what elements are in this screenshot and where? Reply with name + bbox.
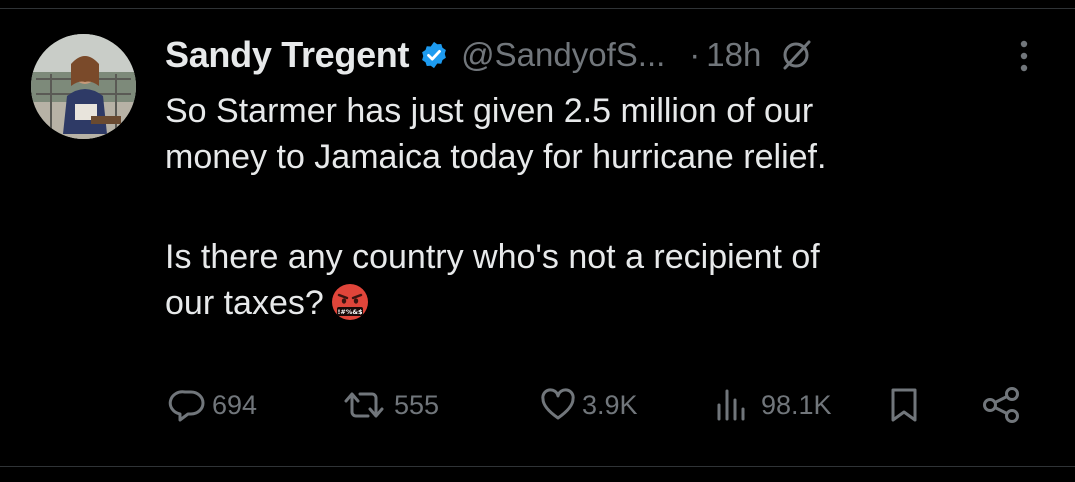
face-with-symbols-emoji: !#%&$ xyxy=(330,282,370,322)
reply-icon xyxy=(168,390,205,422)
tweet-text: So Starmer has just given 2.5 million of… xyxy=(165,88,1045,326)
reply-count: 694 xyxy=(212,389,258,420)
display-name[interactable]: Sandy Tregent xyxy=(165,34,409,76)
handle[interactable]: @SandyofS... xyxy=(461,36,665,74)
emoji-symbols: !#%&$ xyxy=(337,308,363,316)
like-count: 3.9K xyxy=(582,389,638,420)
share-icon xyxy=(983,387,1019,423)
tweet-text-last: our taxes? xyxy=(165,284,324,322)
tweet-card[interactable]: Sandy Tregent @SandyofS... · 18h So Star… xyxy=(0,0,1075,482)
repost-icon xyxy=(344,392,384,418)
like-button[interactable]: 3.9K xyxy=(538,383,638,427)
bottom-divider xyxy=(0,466,1075,467)
share-button[interactable] xyxy=(980,383,1028,427)
views-icon xyxy=(717,389,745,421)
tweet-header: Sandy Tregent @SandyofS... · 18h xyxy=(165,30,813,80)
more-icon[interactable] xyxy=(1014,36,1034,76)
heart-icon xyxy=(541,388,575,420)
bookmark-button[interactable] xyxy=(884,383,928,427)
avatar[interactable] xyxy=(31,34,136,139)
repost-button[interactable]: 555 xyxy=(338,383,439,427)
action-bar: 694 555 3.9K 98.1K xyxy=(168,383,1038,427)
separator-dot: · xyxy=(689,36,701,73)
views-count: 98.1K xyxy=(761,389,832,420)
reply-button[interactable]: 694 xyxy=(168,383,257,427)
verified-badge-icon xyxy=(419,40,449,70)
tweet-text-line: Is there any country who's not a recipie… xyxy=(165,238,820,276)
tweet-text-line: So Starmer has just given 2.5 million of… xyxy=(165,92,814,130)
grok-icon[interactable] xyxy=(779,38,813,72)
top-divider xyxy=(0,8,1075,9)
bookmark-icon xyxy=(891,388,917,422)
timestamp[interactable]: 18h xyxy=(706,36,761,74)
repost-count: 555 xyxy=(394,389,440,420)
avatar-photo xyxy=(31,34,136,139)
tweet-text-line: money to Jamaica today for hurricane rel… xyxy=(165,138,827,176)
views-button[interactable]: 98.1K xyxy=(713,383,832,427)
tweet-text-line: our taxes? !#%&$ xyxy=(165,280,1045,326)
